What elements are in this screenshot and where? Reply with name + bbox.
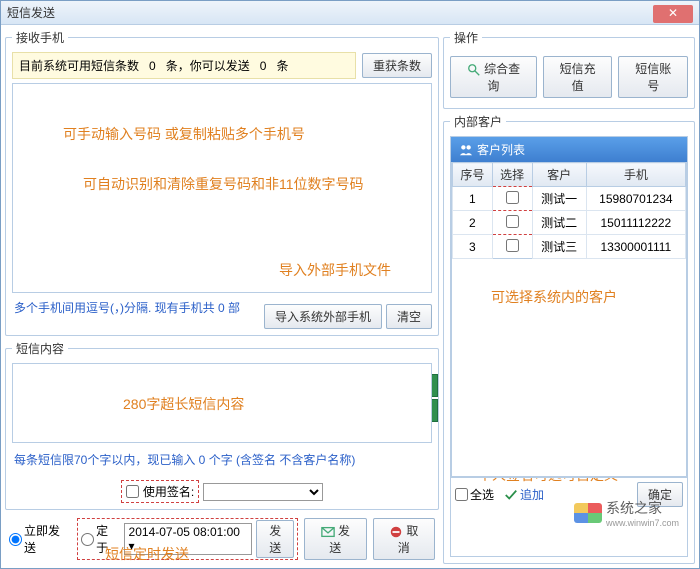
receive-phone-group: 接收手机 目前系统可用短信条数 0 条，你可以发送 0 条 重获条数 可手动输入…: [5, 29, 439, 336]
hint-auto-dedup: 可自动识别和清除重复号码和非11位数字号码: [83, 174, 364, 194]
refresh-quota-button[interactable]: 重获条数: [362, 53, 432, 78]
col-seq: 序号: [453, 163, 493, 187]
select-all-checkbox[interactable]: [455, 488, 468, 501]
customer-list-header: 客户列表: [451, 137, 687, 162]
scheduled-radio-input[interactable]: [81, 533, 94, 546]
cell-customer: 测试二: [532, 211, 586, 235]
cell-seq: 1: [453, 187, 493, 211]
cell-select: [492, 187, 532, 211]
receive-legend: 接收手机: [12, 29, 68, 46]
signature-box: 使用签名:: [121, 480, 199, 503]
use-signature-checkbox[interactable]: [126, 485, 139, 498]
char-limit-label: 每条短信限70个字以内，现已输入 0 个字 (含签名 不含客户名称): [12, 443, 432, 474]
cell-seq: 2: [453, 211, 493, 235]
hint-import-file: 导入外部手机文件: [279, 260, 391, 280]
row-checkbox[interactable]: [506, 215, 519, 228]
phone-input-area[interactable]: 可手动输入号码 或复制粘贴多个手机号 可自动识别和清除重复号码和非11位数字号码…: [12, 83, 432, 293]
table-scroll[interactable]: 序号 选择 客户 手机 1 测试一15980701234 2 测试二150111122…: [451, 162, 687, 477]
internal-customers-group: 内部客户 客户列表 序号 选择 客户: [443, 113, 695, 564]
wm-text2: www.winwin7.com: [606, 518, 679, 528]
timer-note: 短信定时发送: [105, 544, 189, 564]
search-icon: [467, 63, 481, 77]
use-signature-label: 使用签名:: [143, 483, 194, 500]
right-column: 操作 综合查询 短信充值 短信账号 内部客户 客户列表: [443, 29, 695, 564]
windows-logo-icon: [574, 503, 602, 523]
immediate-label: 立即发送: [24, 522, 71, 556]
append-link[interactable]: 追加: [504, 486, 544, 503]
ops-legend: 操作: [450, 29, 482, 46]
sms-content-textarea[interactable]: 280字超长短信内容: [12, 363, 432, 443]
customers-panel: 客户列表 序号 选择 客户 手机: [450, 136, 688, 557]
send-options-row: 立即发送 定于 2014-07-05 08:01:00 ▾ 发送 短信定时发送: [5, 514, 439, 564]
window-title: 短信发送: [7, 4, 55, 21]
clear-button[interactable]: 清空: [386, 304, 432, 329]
select-all-label: 全选: [470, 486, 494, 503]
signature-select[interactable]: [203, 483, 323, 501]
hint-manual-input: 可手动输入号码 或复制粘贴多个手机号: [63, 124, 305, 144]
recharge-button[interactable]: 短信充值: [543, 56, 613, 98]
query-button[interactable]: 综合查询: [450, 56, 537, 98]
cell-phone: 15980701234: [586, 187, 685, 211]
operations-group: 操作 综合查询 短信充值 短信账号: [443, 29, 695, 109]
mail-icon: [321, 525, 335, 539]
quota-mid: 条，你可以发送: [166, 59, 250, 73]
quota-suffix: 条: [276, 59, 288, 73]
row-checkbox[interactable]: [506, 191, 519, 204]
left-column: 接收手机 目前系统可用短信条数 0 条，你可以发送 0 条 重获条数 可手动输入…: [5, 29, 439, 564]
select-customer-note: 可选择系统内的客户: [491, 287, 617, 307]
quota-sendcount: 0: [260, 59, 267, 73]
table-row[interactable]: 2 测试二15011112222: [453, 211, 686, 235]
account-button[interactable]: 短信账号: [618, 56, 688, 98]
import-external-button[interactable]: 导入系统外部手机: [264, 304, 382, 329]
query-label: 综合查询: [484, 62, 520, 93]
datetime-value: 2014-07-05 08:01:00: [129, 525, 240, 539]
col-select: 选择: [492, 163, 532, 187]
people-icon: [459, 143, 473, 157]
scheduled-send-button[interactable]: 发送: [256, 520, 294, 558]
signature-row: 使用签名:: [12, 474, 432, 503]
hint-280chars: 280字超长短信内容: [123, 394, 244, 414]
check-icon: [504, 488, 518, 502]
select-all[interactable]: 全选: [455, 486, 494, 503]
quota-info: 目前系统可用短信条数 0 条，你可以发送 0 条: [12, 52, 356, 79]
cell-customer: 测试一: [532, 187, 586, 211]
immediate-radio[interactable]: 立即发送: [9, 522, 71, 556]
content-legend: 短信内容: [12, 340, 68, 357]
cell-phone: 15011112222: [586, 211, 685, 235]
cancel-icon: [389, 525, 403, 539]
watermark: 系统之家 www.winwin7.com: [574, 498, 679, 528]
table-row[interactable]: 3 测试三13300001111: [453, 235, 686, 259]
cell-select: [492, 211, 532, 235]
row-checkbox[interactable]: [506, 239, 519, 252]
titlebar: 短信发送 ✕: [1, 1, 699, 25]
cell-phone: 13300001111: [586, 235, 685, 259]
cell-select: [492, 235, 532, 259]
customer-table: 序号 选择 客户 手机 1 测试一15980701234 2 测试二150111122…: [452, 162, 686, 259]
close-button[interactable]: ✕: [653, 5, 693, 23]
sms-content-group: 短信内容 存为模板 短信模板 可保存为模版 大量短信模版 280字超长短信内容 …: [5, 340, 439, 510]
quota-prefix: 目前系统可用短信条数: [19, 59, 139, 73]
wm-text1: 系统之家: [606, 498, 679, 518]
col-customer: 客户: [532, 163, 586, 187]
cell-seq: 3: [453, 235, 493, 259]
body: 接收手机 目前系统可用短信条数 0 条，你可以发送 0 条 重获条数 可手动输入…: [1, 25, 699, 568]
immediate-radio-input[interactable]: [9, 533, 22, 546]
quota-row: 目前系统可用短信条数 0 条，你可以发送 0 条 重获条数: [12, 52, 432, 79]
cell-customer: 测试三: [532, 235, 586, 259]
table-row[interactable]: 1 测试一15980701234: [453, 187, 686, 211]
list-title: 客户列表: [477, 141, 525, 158]
send-button[interactable]: 发送: [304, 518, 366, 560]
customers-legend: 内部客户: [450, 113, 506, 130]
quota-count: 0: [149, 59, 156, 73]
append-label: 追加: [520, 486, 544, 503]
cancel-button[interactable]: 取消: [373, 518, 435, 560]
col-phone: 手机: [586, 163, 685, 187]
app-window: 短信发送 ✕ 接收手机 目前系统可用短信条数 0 条，你可以发送 0 条 重获条…: [0, 0, 700, 569]
